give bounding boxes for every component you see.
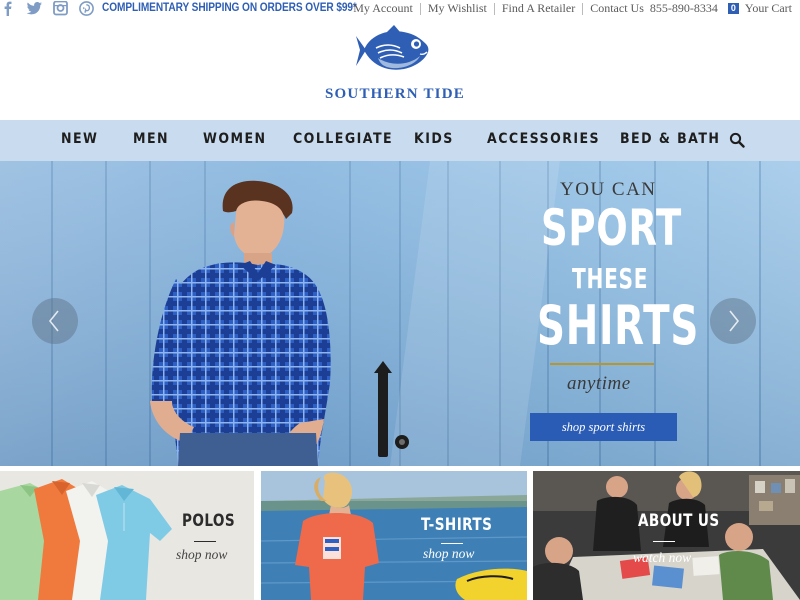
phone-number[interactable]: 855-890-8334 [650, 1, 718, 16]
chevron-left-icon [48, 310, 59, 332]
tile-polos-subtitle: shop now [176, 547, 228, 562]
carousel-prev-button[interactable] [32, 298, 78, 344]
nav-item-new[interactable]: NEW [61, 131, 98, 147]
hero-banner[interactable]: YOU CAN SPORT THESE SHIRTS anytime shop … [0, 161, 800, 466]
search-icon[interactable] [729, 132, 745, 148]
about-us-image [533, 471, 800, 600]
divider [493, 2, 495, 15]
tile-about-us-subtitle: watch now [633, 550, 692, 565]
shipping-promo-link[interactable]: COMPLIMENTARY SHIPPING ON ORDERS OVER $9… [102, 2, 357, 14]
divider [419, 2, 421, 15]
carousel-next-button[interactable] [710, 298, 756, 344]
nav-item-kids[interactable]: KIDS [414, 131, 454, 147]
tile-t-shirts-subtitle: shop now [423, 546, 475, 561]
twitter-icon[interactable] [26, 1, 43, 16]
my-account-link[interactable]: My Account [353, 1, 413, 16]
pinterest-icon[interactable] [78, 1, 95, 16]
divider [194, 541, 216, 542]
tile-polos-title: POLOS [182, 511, 236, 531]
divider [582, 2, 584, 15]
utility-links: My Account My Wishlist Find A Retailer C… [353, 1, 792, 16]
top-utility-bar: COMPLIMENTARY SHIPPING ON ORDERS OVER $9… [0, 0, 800, 18]
tile-polos[interactable]: POLOS shop now [0, 471, 254, 600]
find-retailer-link[interactable]: Find A Retailer [502, 1, 575, 16]
nav-item-collegiate[interactable]: COLLEGIATE [293, 131, 393, 147]
tile-t-shirts[interactable]: T-SHIRTS shop now [261, 471, 527, 600]
nav-item-women[interactable]: WOMEN [203, 131, 267, 147]
nav-item-accessories[interactable]: ACCESSORIES [487, 131, 600, 147]
nav-item-men[interactable]: MEN [133, 131, 169, 147]
tile-t-shirts-title: T-SHIRTS [421, 515, 493, 535]
cart-count-badge: 0 [727, 3, 739, 14]
tile-about-us-title: ABOUT US [638, 511, 720, 531]
brand-wordmark[interactable]: SOUTHERN TIDE [300, 86, 490, 103]
chevron-right-icon [729, 310, 740, 332]
facebook-icon[interactable] [0, 1, 17, 16]
divider [441, 543, 463, 544]
hero-image [0, 161, 800, 466]
cart-label: Your Cart [744, 1, 792, 15]
social-links [0, 1, 95, 16]
cart-link[interactable]: 0 Your Cart [727, 1, 792, 16]
contact-us-link[interactable]: Contact Us [590, 1, 644, 16]
instagram-icon[interactable] [52, 1, 69, 16]
divider [653, 541, 675, 542]
t-shirts-image [261, 471, 527, 600]
skipjack-fish-logo[interactable] [356, 24, 434, 76]
nav-item-bed-bath[interactable]: BED & BATH [620, 131, 720, 147]
main-nav: NEW MEN WOMEN COLLEGIATE KIDS ACCESSORIE… [0, 120, 800, 161]
my-wishlist-link[interactable]: My Wishlist [428, 1, 487, 16]
shop-sport-shirts-button[interactable]: shop sport shirts [530, 413, 677, 441]
tile-about-us[interactable]: ABOUT US watch now [533, 471, 800, 600]
polos-image [0, 471, 254, 600]
